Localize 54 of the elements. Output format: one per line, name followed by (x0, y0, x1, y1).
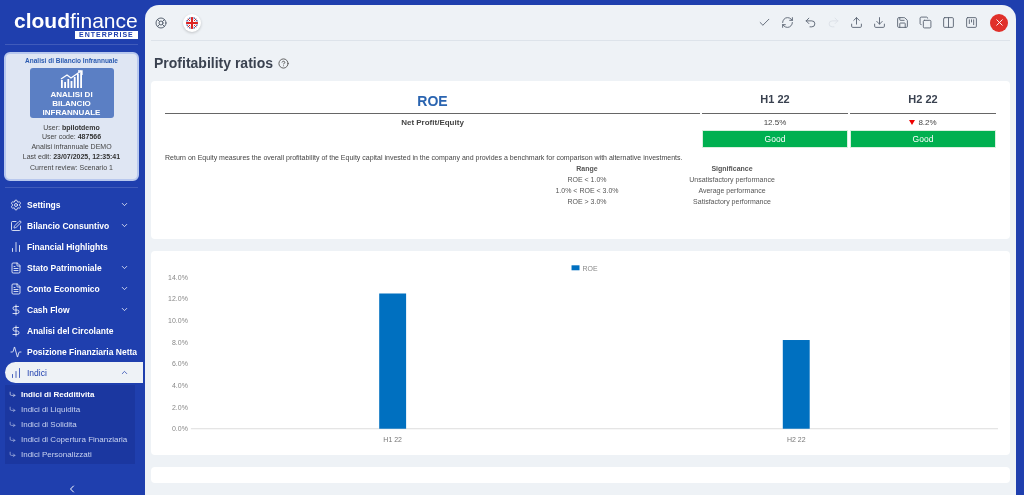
corner-arrow-icon (9, 421, 16, 428)
bar-chart-icon (10, 366, 22, 379)
sidebar-item[interactable]: Settings (0, 194, 143, 215)
pen-square-icon (10, 219, 22, 232)
sidebar-item[interactable]: Analisi del Circolante (0, 320, 143, 341)
sidebar-item[interactable]: Posizione Finanziaria Netta (0, 341, 143, 362)
language-button[interactable] (183, 13, 201, 32)
download-icon[interactable] (871, 14, 888, 31)
rating-label: Good (702, 130, 848, 148)
uk-flag-icon (186, 16, 198, 29)
columns-icon[interactable] (940, 14, 957, 31)
help-buoy-icon[interactable] (153, 14, 169, 31)
formula-label: Net Profit/Equity (400, 117, 465, 129)
bar-chart-icon (10, 240, 22, 253)
dollar-icon (10, 303, 22, 316)
document-icon (10, 261, 22, 274)
corner-arrow-icon (9, 406, 16, 413)
sidebar-item[interactable]: Bilancio Consuntivo (0, 215, 143, 236)
sidebar-item[interactable]: Cash Flow (0, 299, 143, 320)
legend-swatch (571, 265, 580, 271)
close-button[interactable] (990, 13, 1008, 32)
rating-label: Good (850, 130, 996, 148)
ratio-title: ROE (165, 81, 700, 114)
corner-arrow-icon (9, 391, 16, 398)
column-header: H1 22 (702, 81, 848, 114)
upload-icon[interactable] (848, 14, 865, 31)
corner-arrow-icon (9, 451, 16, 458)
submenu-item[interactable]: Indici di Solidita (5, 417, 135, 432)
board-icon[interactable] (963, 14, 980, 31)
ratio-value: 12.5% (762, 117, 788, 129)
pulse-icon (10, 345, 22, 358)
corner-arrow-icon (9, 436, 16, 443)
submenu-item[interactable]: Indici di Redditivita (5, 387, 135, 402)
ratio-value: 8.2% (850, 114, 996, 130)
submenu-item[interactable]: Indici di Liquidita (5, 402, 135, 417)
copy-icon[interactable] (917, 14, 934, 31)
save-icon[interactable] (894, 14, 911, 31)
rising-chart-icon (58, 69, 85, 88)
refresh-icon[interactable] (779, 14, 796, 31)
dollar-icon (10, 324, 22, 337)
close-icon (993, 17, 1005, 28)
sidebar-item[interactable]: Indici (5, 362, 143, 383)
gear-icon (10, 198, 22, 211)
sidebar-item[interactable]: Conto Economico (0, 278, 143, 299)
submenu-item[interactable]: Indici Personalizzati (5, 447, 135, 462)
badge-caption: ANALISI DI BILANCIO INFRANNUALE (41, 89, 102, 117)
help-icon[interactable] (278, 57, 290, 69)
sidebar-item[interactable]: Financial Highlights (0, 236, 143, 257)
sidebar-item[interactable]: Stato Patrimoniale (0, 257, 143, 278)
column-header: H2 22 (850, 81, 996, 114)
submenu-item[interactable]: Indici di Copertura Finanziaria (5, 432, 135, 447)
brand-logo-text: cloudfinance (14, 9, 138, 31)
page-title: Profitability ratios (154, 55, 274, 71)
document-icon (10, 282, 22, 295)
